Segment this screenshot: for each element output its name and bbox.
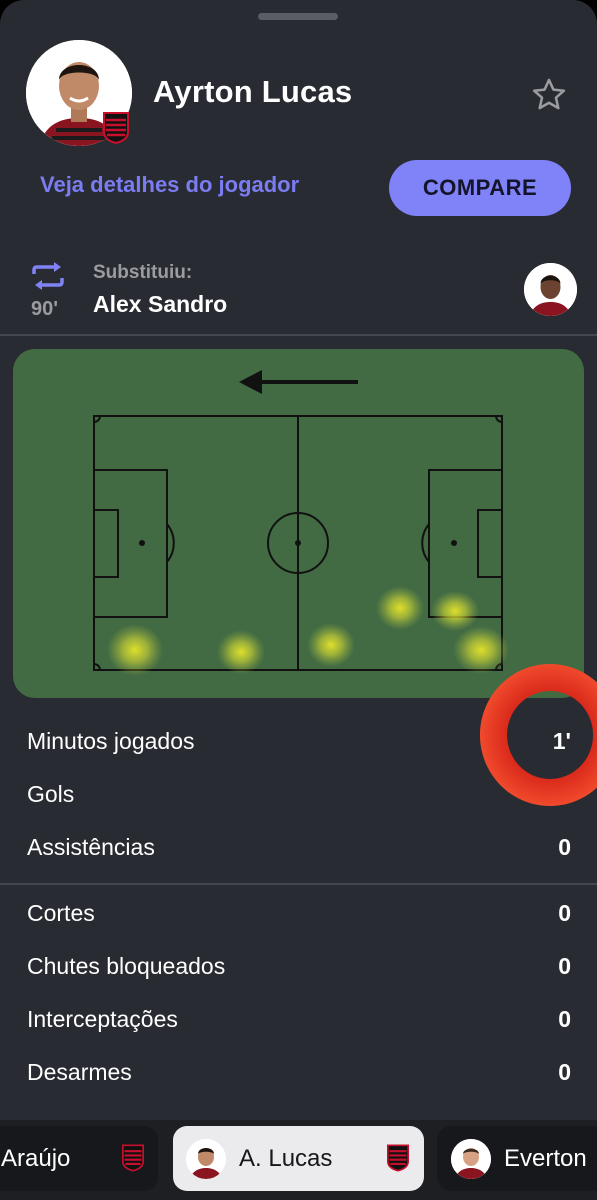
club-badge-icon	[387, 1144, 409, 1172]
player-name: Ayrton Lucas	[153, 74, 353, 109]
section-divider	[0, 883, 597, 885]
stat-row-interceptions: Interceptações 0	[27, 1000, 571, 1040]
stat-label: Interceptações	[27, 1006, 178, 1032]
drag-handle[interactable]	[258, 13, 338, 20]
player-chip-label: A. Lucas	[239, 1145, 333, 1172]
touch-indicator-ring	[479, 664, 597, 806]
player-chip[interactable]: Araújo	[0, 1126, 158, 1191]
favorite-star-icon[interactable]	[530, 76, 568, 114]
player-chip[interactable]: Everton	[437, 1126, 597, 1191]
substituted-player-name[interactable]: Alex Sandro	[93, 291, 227, 318]
player-chip-label: Everton	[504, 1145, 587, 1172]
player-sheet: Ayrton Lucas Veja detalhes do jogador CO…	[0, 0, 597, 1200]
stat-label: Chutes bloqueados	[27, 953, 226, 979]
stat-value: 0	[558, 953, 571, 979]
stat-label: Minutos jogados	[27, 728, 195, 754]
stat-label: Cortes	[27, 900, 95, 926]
stat-label: Desarmes	[27, 1059, 132, 1085]
heatmap-pitch	[13, 349, 584, 698]
player-chip-label: Araújo	[1, 1145, 71, 1172]
stat-label: Gols	[27, 781, 75, 807]
substituted-player-avatar[interactable]	[524, 263, 577, 316]
player-chip-selected[interactable]: A. Lucas	[173, 1126, 424, 1191]
stat-value: 0	[558, 1059, 571, 1085]
compare-button[interactable]: COMPARE	[389, 160, 571, 216]
substitution-icon	[30, 260, 66, 292]
substitution-label: Substituiu:	[93, 262, 193, 283]
stat-row-tackles: Desarmes 0	[27, 1053, 571, 1093]
stat-row-blocked-shots: Chutes bloqueados 0	[27, 947, 571, 987]
player-chip-avatar	[451, 1139, 491, 1179]
club-badge-icon	[103, 112, 129, 145]
substitution-minute: 90'	[31, 298, 59, 320]
player-details-link[interactable]: Veja detalhes do jogador	[40, 172, 299, 198]
stat-row-assists: Assistências 0	[27, 828, 571, 868]
attack-direction-arrow-icon	[239, 370, 358, 394]
player-carousel[interactable]: Araújo A. Lucas Everton	[0, 1120, 597, 1200]
stat-value: 0	[558, 834, 571, 860]
stat-value: 0	[558, 900, 571, 926]
player-chip-avatar	[186, 1139, 226, 1179]
stat-label: Assistências	[27, 834, 155, 860]
stat-value: 0	[558, 1006, 571, 1032]
section-divider	[0, 334, 597, 336]
club-badge-icon	[122, 1144, 144, 1172]
stat-row-clearances: Cortes 0	[27, 894, 571, 934]
